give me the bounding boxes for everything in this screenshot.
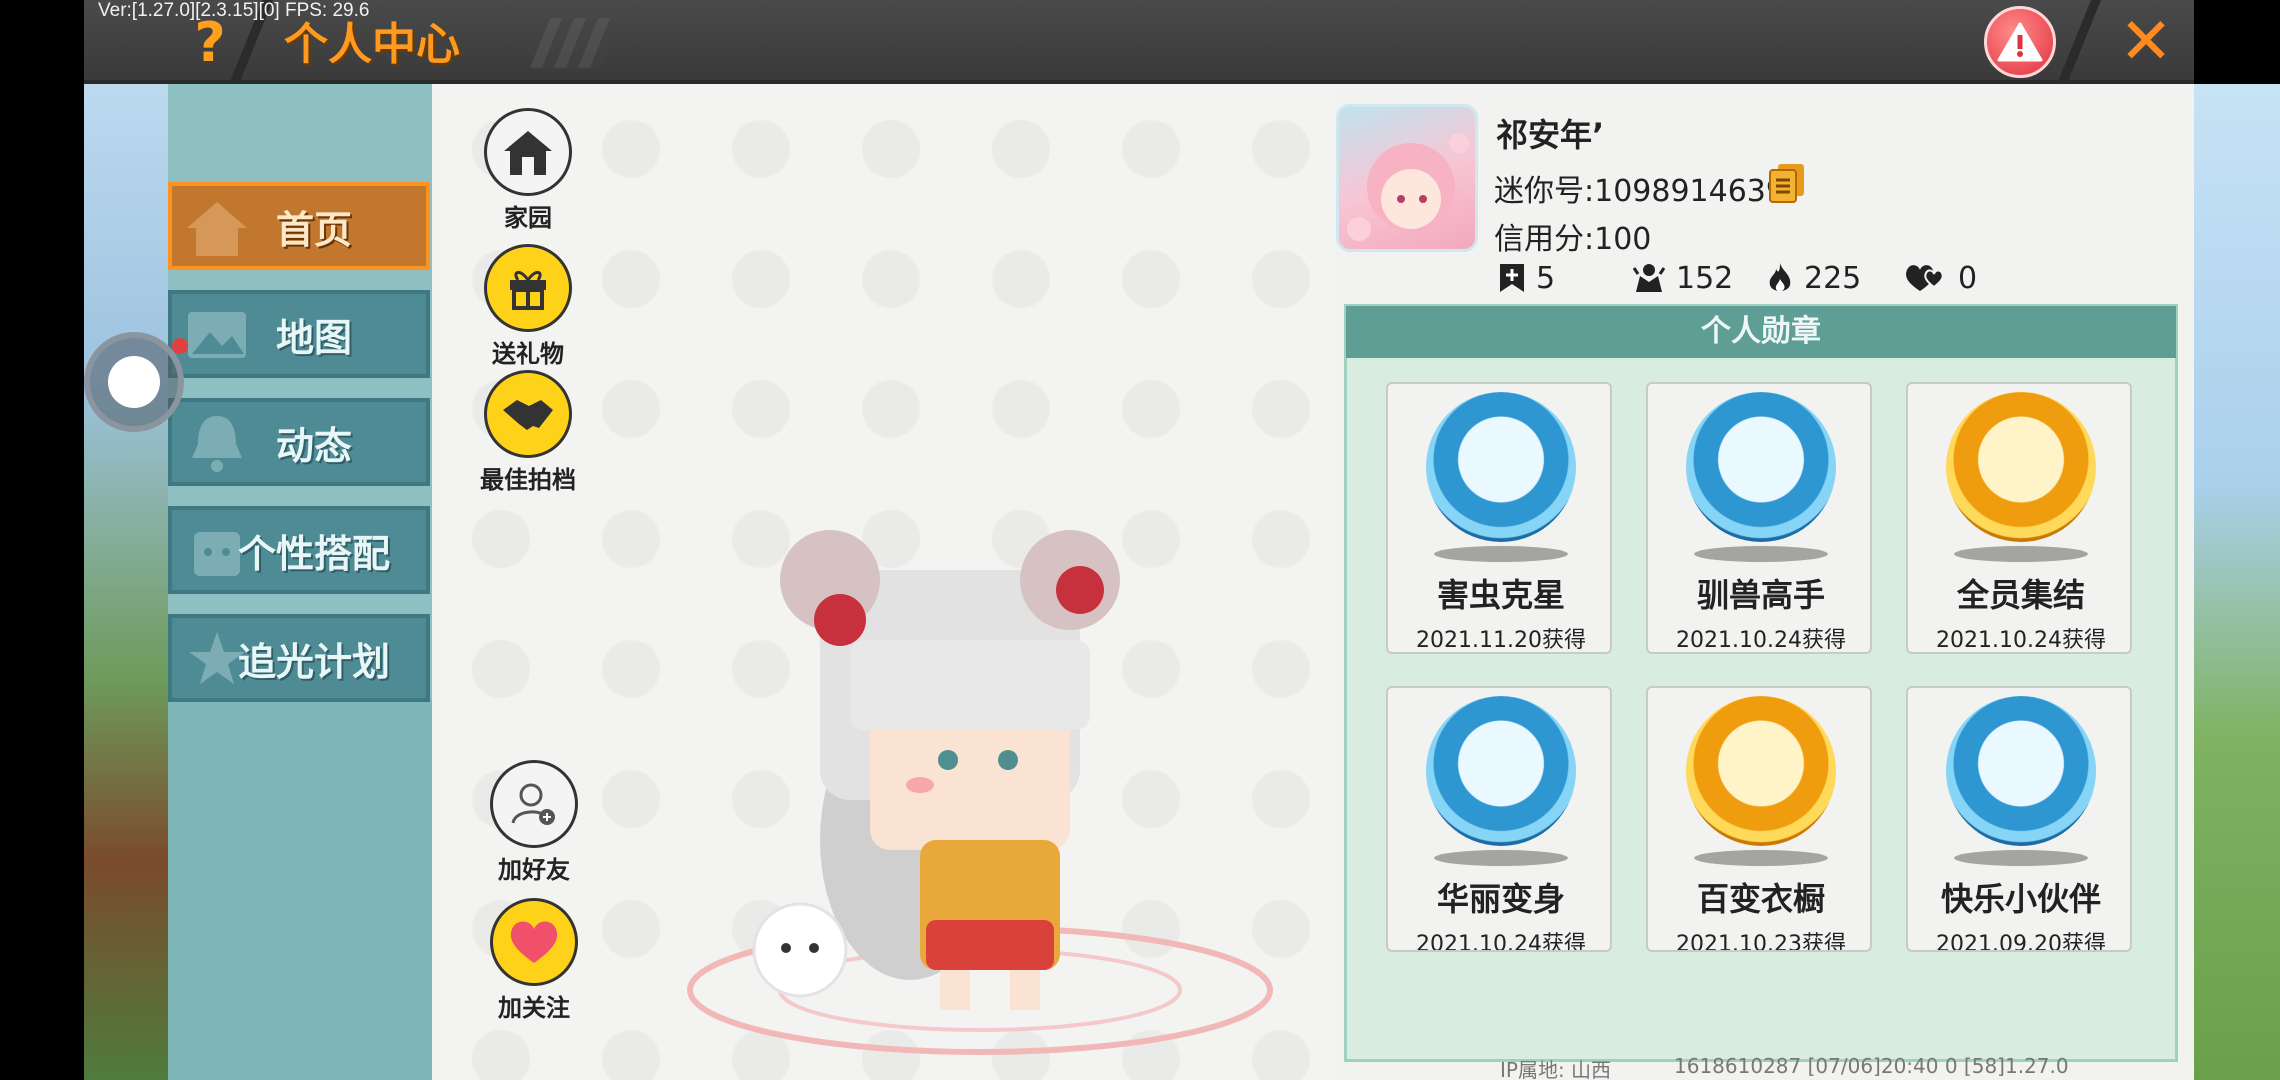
send-gift-button[interactable]: 送礼物	[468, 244, 588, 369]
floating-button-core	[108, 356, 160, 408]
profile-avatar[interactable]	[1336, 104, 1478, 252]
pest-buster-medal-icon	[1426, 392, 1576, 542]
game-background-left	[84, 84, 174, 1080]
credit-score: 信用分:100	[1494, 222, 1652, 257]
warning-icon	[1997, 22, 2043, 62]
heart-icon	[490, 898, 578, 986]
medal-shadow	[1694, 850, 1828, 866]
add-friend-label: 加好友	[498, 856, 570, 884]
badge-card[interactable]: 华丽变身 2021.10.24获得	[1386, 686, 1612, 952]
medal-shadow	[1694, 546, 1828, 562]
sidebar-item-label: 首页	[275, 207, 352, 252]
stat-likes: 0	[1904, 258, 1977, 298]
badge-name: 华丽变身	[1436, 880, 1565, 918]
gift-icon	[484, 244, 572, 332]
beast-tamer-medal-icon	[1686, 392, 1836, 542]
badge-name: 害虫克星	[1436, 576, 1565, 614]
close-button[interactable]: ✕	[2110, 6, 2182, 78]
sidebar-item-map[interactable]: 地图	[168, 290, 430, 378]
home-button[interactable]: 家园	[468, 108, 588, 233]
badge-card[interactable]: 快乐小伙伴 2021.09.20获得	[1906, 686, 2132, 952]
medal-shadow	[1434, 850, 1568, 866]
copy-icon	[1769, 164, 1804, 203]
sidebar-item-outfit[interactable]: 个性搭配	[168, 506, 430, 594]
handshake-icon	[484, 370, 572, 458]
stat-popularity-value: 225	[1804, 260, 1862, 296]
wardrobe-medal-icon	[1686, 696, 1836, 846]
stat-fans: 152	[1632, 258, 1733, 298]
badges-header: 个人勋章	[1346, 306, 2176, 358]
map-icon	[188, 312, 246, 358]
player-character-avatar	[687, 530, 1273, 1055]
sidebar-item-label: 地图	[275, 315, 352, 360]
badge-card[interactable]: 百变衣橱 2021.10.23获得	[1646, 686, 1872, 952]
stat-likes-value: 0	[1958, 260, 1978, 296]
sidebar-item-light-plan[interactable]: 追光计划	[168, 614, 430, 702]
home-label: 家园	[504, 204, 552, 232]
badge-card[interactable]: 驯兽高手 2021.10.24获得	[1646, 382, 1872, 654]
hearts-icon	[1906, 265, 1944, 291]
badge-name: 全员集结	[1956, 576, 2085, 614]
badge-date: 2021.10.23获得	[1676, 932, 1846, 952]
best-partner-label: 最佳拍档	[480, 466, 576, 494]
bookmark-plus-icon	[1500, 264, 1524, 292]
bell-icon	[192, 416, 242, 472]
badge-name: 百变衣橱	[1696, 880, 1825, 918]
badge-date: 2021.09.20获得	[1936, 932, 2106, 952]
follow-label: 加关注	[498, 994, 570, 1022]
home-icon	[187, 202, 247, 256]
badge-card[interactable]: 害虫克星 2021.11.20获得	[1386, 382, 1612, 654]
badge-date: 2021.10.24获得	[1676, 628, 1846, 653]
sidebar-item-feed[interactable]: 动态	[168, 398, 430, 486]
stat-bookmarks-value: 5	[1536, 260, 1556, 296]
sidebar-bottom	[168, 700, 432, 1080]
add-user-icon	[490, 760, 578, 848]
sidebar-item-home[interactable]: 首页	[168, 182, 430, 270]
report-button[interactable]	[1984, 6, 2056, 78]
debug-info: 1618610287 [07/06]20:40 0 [58]1.27.0	[1674, 1054, 2069, 1078]
floating-assist-button[interactable]	[84, 332, 188, 432]
medal-shadow	[1954, 546, 2088, 562]
add-friend-button[interactable]: 加好友	[474, 760, 594, 885]
ip-location: IP属地: 山西	[1500, 1058, 1612, 1080]
sidebar-item-label: 个性搭配	[237, 531, 390, 576]
sidebar-item-label: 追光计划	[237, 639, 390, 684]
badge-date: 2021.10.24获得	[1416, 932, 1586, 952]
screen: ? 个人中心 ✕ Ver:[1.27.0][2.3.15][0] FPS: 29…	[0, 0, 2280, 1080]
version-label: Ver:[1.27.0][2.3.15][0] FPS: 29.6	[98, 0, 370, 21]
outfit-icon	[194, 532, 240, 576]
notification-dot	[172, 338, 188, 354]
divider	[2057, 0, 2101, 84]
house-icon	[484, 108, 572, 196]
transform-medal-icon	[1426, 696, 1576, 846]
send-gift-label: 送礼物	[492, 340, 564, 368]
stat-bookmarks: 5	[1498, 258, 1555, 298]
badge-name: 驯兽高手	[1696, 576, 1825, 614]
fans-icon	[1632, 264, 1666, 292]
follow-button[interactable]: 加关注	[474, 898, 594, 1023]
sidebar-item-label: 动态	[275, 423, 352, 468]
fire-icon	[1769, 263, 1791, 292]
game-background-right	[2192, 84, 2280, 1080]
badge-date: 2021.10.24获得	[1936, 628, 2106, 653]
star-plan-icon	[189, 632, 245, 684]
copy-id-button[interactable]	[1768, 162, 1806, 204]
player-name: 祁安年’	[1496, 116, 1605, 154]
mini-id: 迷你号:1098914639	[1494, 174, 1785, 209]
badge-name: 快乐小伙伴	[1940, 880, 2101, 918]
medal-shadow	[1954, 850, 2088, 866]
medal-shadow	[1434, 546, 1568, 562]
assemble-medal-icon	[1946, 392, 2096, 542]
stat-fans-value: 152	[1676, 260, 1734, 296]
stat-popularity: 225	[1766, 258, 1861, 298]
badge-card[interactable]: 全员集结 2021.10.24获得	[1906, 382, 2132, 654]
happy-partner-medal-icon	[1946, 696, 2096, 846]
badge-date: 2021.11.20获得	[1416, 628, 1586, 653]
best-partner-button[interactable]: 最佳拍档	[468, 370, 588, 495]
